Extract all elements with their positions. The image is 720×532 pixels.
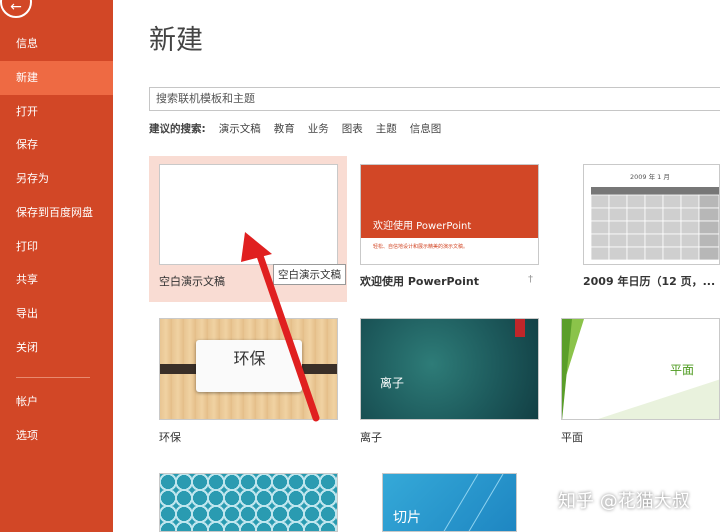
sidebar-item-export[interactable]: 导出 bbox=[0, 297, 113, 331]
back-button[interactable]: ← bbox=[0, 0, 32, 18]
watermark: 知乎 @花猫大叔 bbox=[558, 491, 690, 512]
arrow-left-icon: ← bbox=[10, 0, 22, 15]
template-thumb-ion[interactable]: 离子 bbox=[360, 318, 539, 420]
sidebar-item-share[interactable]: 共享 bbox=[0, 263, 113, 297]
template-thumb-welcome[interactable]: 欢迎使用 PowerPoint 轻松、自信地设计和展示精美的演示文稿。 bbox=[360, 164, 539, 265]
template-thumb-blank[interactable] bbox=[159, 164, 338, 265]
suggested-searches-label: 建议的搜索: bbox=[149, 123, 206, 135]
suggestion-link[interactable]: 信息图 bbox=[410, 121, 442, 136]
sidebar-item-print[interactable]: 打印 bbox=[0, 230, 113, 264]
sidebar-item-save[interactable]: 保存 bbox=[0, 128, 113, 162]
page-title: 新建 bbox=[149, 25, 203, 56]
template-label: 欢迎使用 PowerPoint bbox=[360, 275, 479, 288]
template-label: 空白演示文稿 bbox=[159, 275, 225, 288]
calendar-grid bbox=[590, 187, 719, 261]
sidebar-item-new[interactable]: 新建 bbox=[0, 61, 113, 95]
tooltip: 空白演示文稿 bbox=[273, 264, 346, 285]
pin-icon[interactable]: † bbox=[528, 274, 533, 285]
template-thumb-eco[interactable]: 环保 bbox=[159, 318, 338, 420]
suggestion-link[interactable]: 图表 bbox=[342, 121, 363, 136]
template-thumb-slice[interactable]: 切片 bbox=[382, 473, 517, 532]
thumb-title: 平面 bbox=[670, 363, 695, 377]
suggestion-link[interactable]: 演示文稿 bbox=[219, 121, 261, 136]
sidebar-item-save-baidu[interactable]: 保存到百度网盘 bbox=[0, 196, 113, 230]
sidebar-item-close[interactable]: 关闭 bbox=[0, 331, 113, 365]
template-thumb-flat[interactable]: 平面 bbox=[561, 318, 720, 420]
template-label: 离子 bbox=[360, 431, 382, 444]
suggested-searches: 建议的搜索: 演示文稿 教育 业务 图表 主题 信息图 bbox=[149, 121, 441, 136]
thumb-title: 离子 bbox=[380, 376, 405, 390]
template-thumb-calendar[interactable]: 2009 年 1 月 bbox=[583, 164, 720, 265]
sidebar-item-account[interactable]: 帐户 bbox=[0, 385, 113, 419]
thumb-title: 切片 bbox=[393, 510, 421, 526]
sidebar-item-options[interactable]: 选项 bbox=[0, 419, 113, 453]
flat-shapes bbox=[562, 319, 719, 419]
sidebar-divider bbox=[16, 377, 90, 378]
template-thumb-pattern[interactable] bbox=[159, 473, 338, 532]
template-label: 平面 bbox=[561, 431, 583, 444]
suggestion-link[interactable]: 主题 bbox=[376, 121, 397, 136]
thumb-subtitle: 轻松、自信地设计和展示精美的演示文稿。 bbox=[373, 244, 469, 250]
thumb-title: 欢迎使用 PowerPoint bbox=[373, 221, 472, 232]
sidebar-item-info[interactable]: 信息 bbox=[0, 27, 113, 61]
backstage-sidebar: ← 信息 新建 打开 保存 另存为 保存到百度网盘 打印 共享 导出 关闭 帐户… bbox=[0, 0, 113, 532]
suggestion-link[interactable]: 业务 bbox=[308, 121, 329, 136]
sidebar-item-open[interactable]: 打开 bbox=[0, 95, 113, 129]
sidebar-item-save-as[interactable]: 另存为 bbox=[0, 162, 113, 196]
thumb-title: 环保 bbox=[233, 349, 266, 368]
template-label: 2009 年日历（12 页，... bbox=[583, 275, 716, 288]
search-input[interactable]: 搜索联机模板和主题 bbox=[149, 87, 720, 111]
template-label: 环保 bbox=[159, 431, 181, 444]
suggestion-link[interactable]: 教育 bbox=[274, 121, 295, 136]
